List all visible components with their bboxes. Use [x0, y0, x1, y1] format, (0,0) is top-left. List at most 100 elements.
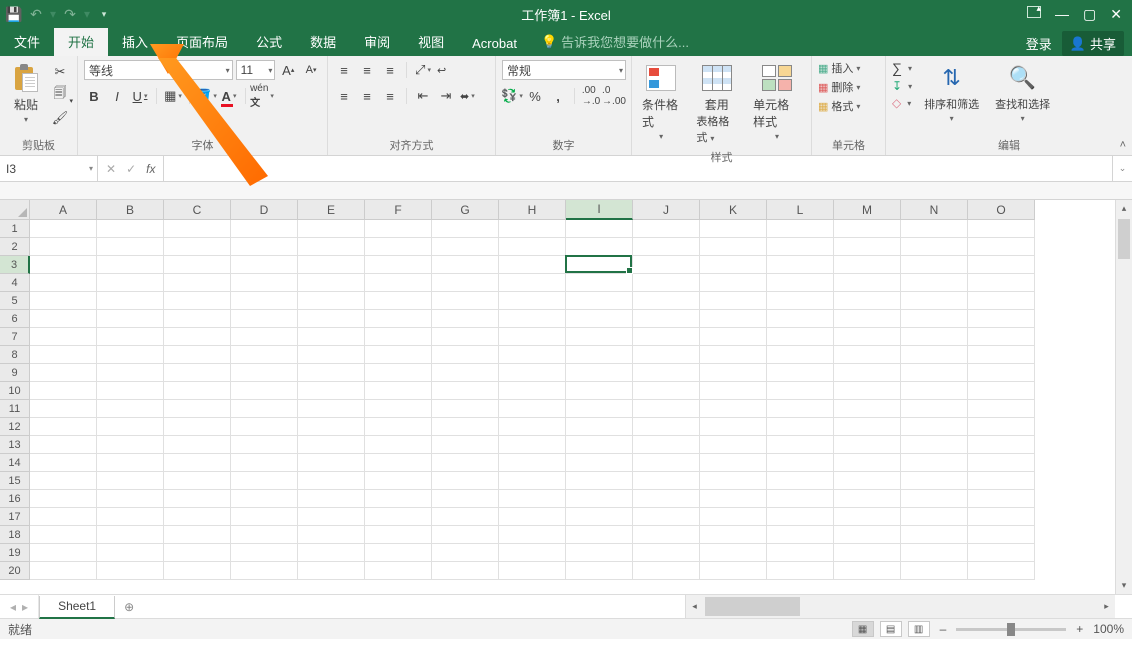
fill-button[interactable]: ↧▾	[892, 79, 912, 93]
number-format-combo[interactable]: 常规▾	[502, 60, 626, 80]
cell[interactable]	[365, 418, 432, 436]
cell[interactable]	[633, 526, 700, 544]
cell[interactable]	[30, 220, 97, 238]
cell[interactable]	[432, 364, 499, 382]
cell[interactable]	[834, 220, 901, 238]
cell[interactable]	[365, 472, 432, 490]
cell[interactable]	[633, 490, 700, 508]
tab-acrobat[interactable]: Acrobat	[458, 31, 531, 56]
cell[interactable]	[30, 562, 97, 580]
sheet-nav-next-icon[interactable]: ▸	[22, 600, 28, 614]
cell[interactable]	[365, 310, 432, 328]
cell[interactable]	[700, 382, 767, 400]
cell[interactable]	[97, 238, 164, 256]
cell[interactable]	[432, 238, 499, 256]
tab-data[interactable]: 数据	[296, 27, 350, 56]
cell[interactable]	[97, 274, 164, 292]
cell[interactable]	[633, 364, 700, 382]
column-header[interactable]: A	[30, 200, 97, 220]
cell[interactable]	[700, 220, 767, 238]
cell[interactable]	[164, 508, 231, 526]
cell[interactable]	[164, 418, 231, 436]
ribbon-display-options-icon[interactable]: ▴	[1027, 6, 1041, 18]
cell[interactable]	[633, 562, 700, 580]
cell[interactable]	[30, 418, 97, 436]
zoom-slider[interactable]	[956, 628, 1066, 631]
cell[interactable]	[901, 418, 968, 436]
cell[interactable]	[968, 328, 1035, 346]
sheet-tab-sheet1[interactable]: Sheet1	[39, 596, 115, 619]
conditional-formatting-button[interactable]: 条件格式 ▾	[638, 60, 684, 143]
row-header[interactable]: 2	[0, 238, 30, 256]
cell[interactable]	[633, 400, 700, 418]
cell[interactable]	[633, 274, 700, 292]
cell[interactable]	[298, 256, 365, 274]
name-box[interactable]: I3 ▾	[0, 156, 98, 181]
qat-customize-icon[interactable]: ▾	[96, 6, 112, 22]
cell[interactable]	[901, 346, 968, 364]
tab-review[interactable]: 审阅	[350, 27, 404, 56]
cell[interactable]	[365, 346, 432, 364]
cell[interactable]	[30, 346, 97, 364]
cell[interactable]	[231, 436, 298, 454]
cell[interactable]	[432, 418, 499, 436]
cell[interactable]	[834, 418, 901, 436]
cell[interactable]	[97, 526, 164, 544]
cell[interactable]	[700, 256, 767, 274]
sign-in-link[interactable]: 登录	[1026, 34, 1052, 53]
cell[interactable]	[365, 274, 432, 292]
row-header[interactable]: 15	[0, 472, 30, 490]
align-middle-button[interactable]: ≡	[357, 60, 377, 80]
underline-button[interactable]: U	[130, 86, 150, 106]
cell[interactable]	[901, 274, 968, 292]
cell[interactable]	[633, 472, 700, 490]
cell[interactable]	[97, 544, 164, 562]
cell[interactable]	[231, 526, 298, 544]
comma-style-button[interactable]: ,	[548, 86, 568, 106]
cell[interactable]	[499, 562, 566, 580]
cell[interactable]	[231, 472, 298, 490]
cell[interactable]	[901, 454, 968, 472]
column-header[interactable]: G	[432, 200, 499, 220]
cell[interactable]	[968, 400, 1035, 418]
cell[interactable]	[499, 400, 566, 418]
cell[interactable]	[901, 238, 968, 256]
cell[interactable]	[30, 544, 97, 562]
scroll-right-icon[interactable]: ▸	[1098, 595, 1115, 618]
cell[interactable]	[432, 310, 499, 328]
cell[interactable]	[298, 382, 365, 400]
cell[interactable]	[97, 364, 164, 382]
cell[interactable]	[633, 328, 700, 346]
zoom-out-button[interactable]: –	[936, 622, 951, 636]
cell[interactable]	[901, 256, 968, 274]
cell[interactable]	[231, 454, 298, 472]
cell[interactable]	[30, 310, 97, 328]
cell[interactable]	[767, 400, 834, 418]
cell[interactable]	[97, 418, 164, 436]
cell[interactable]	[901, 400, 968, 418]
cell[interactable]	[231, 562, 298, 580]
cell[interactable]	[968, 490, 1035, 508]
bold-button[interactable]: B	[84, 86, 104, 106]
cell[interactable]	[499, 256, 566, 274]
align-bottom-button[interactable]: ≡	[380, 60, 400, 80]
align-right-button[interactable]: ≡	[380, 86, 400, 106]
cell[interactable]	[566, 292, 633, 310]
maximize-button[interactable]: ▢	[1083, 6, 1096, 23]
cell[interactable]	[231, 418, 298, 436]
close-button[interactable]: ✕	[1110, 6, 1122, 23]
tab-formulas[interactable]: 公式	[242, 27, 296, 56]
cell[interactable]	[298, 220, 365, 238]
page-break-view-button[interactable]: ▥	[908, 621, 930, 637]
cell[interactable]	[298, 508, 365, 526]
row-header[interactable]: 17	[0, 508, 30, 526]
cell[interactable]	[700, 544, 767, 562]
font-name-combo[interactable]: 等线▾	[84, 60, 233, 80]
row-header[interactable]: 7	[0, 328, 30, 346]
cell[interactable]	[767, 526, 834, 544]
cell[interactable]	[164, 238, 231, 256]
enter-formula-icon[interactable]: ✓	[126, 162, 136, 176]
column-header[interactable]: O	[968, 200, 1035, 220]
cell[interactable]	[767, 364, 834, 382]
cell[interactable]	[432, 436, 499, 454]
